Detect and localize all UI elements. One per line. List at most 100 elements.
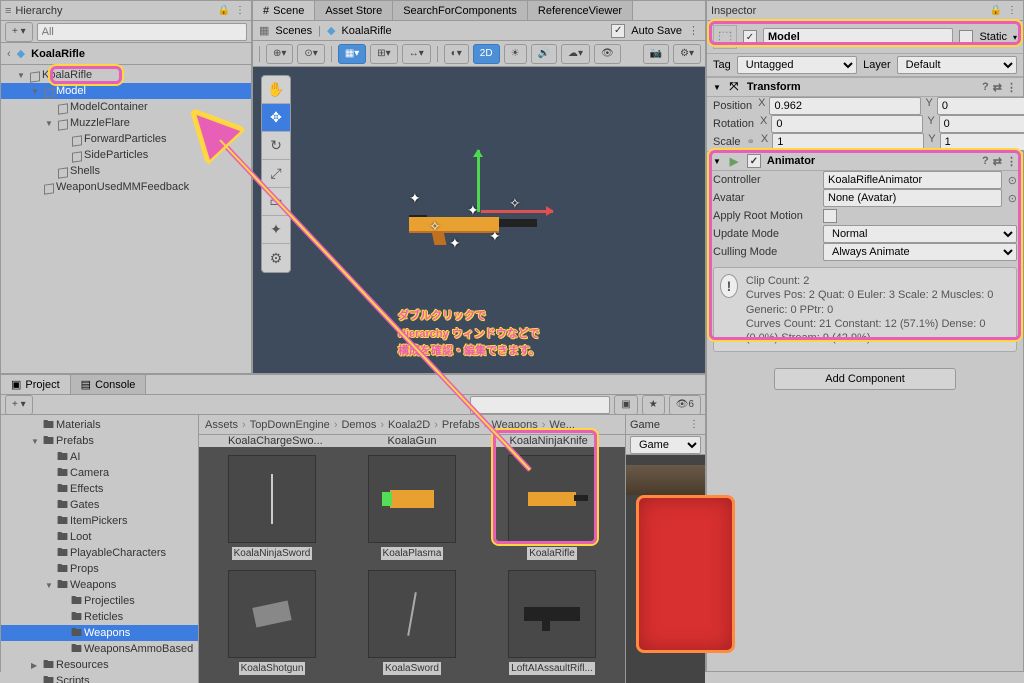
- toolbar-camera[interactable]: 📷: [643, 44, 669, 64]
- toolbar-grid[interactable]: ▦▾: [338, 44, 366, 64]
- lock-icon[interactable]: 🔒: [217, 4, 231, 18]
- hierarchy-item-forwardparticles[interactable]: ForwardParticles: [1, 131, 251, 147]
- help-icon[interactable]: ?: [982, 155, 989, 168]
- folder-itempickers[interactable]: 🖿ItemPickers: [1, 513, 198, 529]
- toolbar-2d[interactable]: 2D: [473, 44, 500, 64]
- folder-playablecharacters[interactable]: 🖿PlayableCharacters: [1, 545, 198, 561]
- preset-icon[interactable]: ⇄: [993, 81, 1002, 94]
- hierarchy-item-modelcontainer[interactable]: ModelContainer: [1, 99, 251, 115]
- back-row[interactable]: ‹ ◆ KoalaRifle: [1, 43, 251, 65]
- transform-header[interactable]: ▼ ⤧ Transform ?⇄⋮: [707, 77, 1023, 97]
- hierarchy-item-sideparticles[interactable]: SideParticles: [1, 147, 251, 163]
- pos-x[interactable]: [769, 97, 921, 115]
- transform-tool[interactable]: ✦: [262, 216, 290, 244]
- foldout-icon[interactable]: ▼: [713, 83, 721, 92]
- tab-console[interactable]: ▤Console: [71, 375, 147, 394]
- asset-koalaninjasword[interactable]: KoalaNinjaSword: [207, 455, 337, 560]
- hierarchy-item-model[interactable]: ▼Model: [1, 83, 251, 99]
- folder-ai[interactable]: 🖿AI: [1, 449, 198, 465]
- hidden-icon[interactable]: 👁6: [669, 395, 701, 415]
- folder-weaponsammobased[interactable]: 🖿WeaponsAmmoBased: [1, 641, 198, 657]
- breadcrumb-item[interactable]: Demos: [341, 419, 376, 431]
- static-checkbox[interactable]: [959, 30, 973, 44]
- breadcrumb-item[interactable]: TopDownEngine: [250, 419, 330, 431]
- rot-y[interactable]: [939, 115, 1024, 133]
- autosave-checkbox[interactable]: ✓: [611, 24, 625, 38]
- folder-loot[interactable]: 🖿Loot: [1, 529, 198, 545]
- menu-icon[interactable]: ⋮: [1005, 4, 1019, 18]
- asset-koalasword[interactable]: KoalaSword: [347, 570, 477, 675]
- tab-referenceviewer[interactable]: ReferenceViewer: [528, 1, 633, 20]
- asset-loftaiassaultrifl...[interactable]: LoftAIAssaultRifl...: [487, 570, 617, 675]
- breadcrumb-item[interactable]: Assets: [205, 419, 238, 431]
- hierarchy-tree[interactable]: ▼KoalaRifle▼ModelModelContainer▼MuzzleFl…: [1, 65, 251, 373]
- active-checkbox[interactable]: ✓: [743, 30, 757, 44]
- arm-checkbox[interactable]: [823, 209, 837, 223]
- asset-koalaplasma[interactable]: KoalaPlasma: [347, 455, 477, 560]
- hierarchy-item-shells[interactable]: Shells: [1, 163, 251, 179]
- toolbar-light[interactable]: ☀: [504, 44, 527, 64]
- toolbar-local[interactable]: ⊙▾: [297, 44, 324, 64]
- custom-tool[interactable]: ⚙: [262, 244, 290, 272]
- toolbar-inc[interactable]: ↔▾: [402, 44, 431, 64]
- toolbar-pivot[interactable]: ⊕▾: [266, 44, 293, 64]
- tab-project[interactable]: ▣Project: [1, 375, 71, 394]
- update-dropdown[interactable]: Normal: [823, 225, 1017, 243]
- menu-icon[interactable]: ⋮: [233, 4, 247, 18]
- prefab-crumb[interactable]: KoalaRifle: [341, 25, 391, 37]
- tab-searchforcomponents[interactable]: SearchForComponents: [393, 1, 528, 20]
- animator-header[interactable]: ▼ ▶ ✓ Animator ?⇄⋮: [707, 151, 1023, 171]
- breadcrumb[interactable]: Assets›TopDownEngine›Demos›Koala2D›Prefa…: [199, 415, 625, 435]
- game-dropdown[interactable]: Game: [630, 436, 701, 454]
- scale-x[interactable]: [772, 133, 924, 151]
- folder-materials[interactable]: 🖿Materials: [1, 417, 198, 433]
- rotate-tool[interactable]: ↻: [262, 132, 290, 160]
- toolbar-audio[interactable]: 🔊: [531, 44, 557, 64]
- gameobject-name[interactable]: [763, 28, 953, 46]
- layer-dropdown[interactable]: Default: [897, 56, 1017, 74]
- back-icon[interactable]: ‹: [7, 48, 11, 60]
- asset-grid[interactable]: KoalaNinjaSwordKoalaPlasmaKoalaRifleKoal…: [199, 447, 625, 683]
- folder-reticles[interactable]: 🖿Reticles: [1, 609, 198, 625]
- menu-icon[interactable]: ⋮: [1006, 155, 1017, 168]
- hand-tool[interactable]: ✋: [262, 76, 290, 104]
- project-search[interactable]: [470, 396, 610, 414]
- avatar-field[interactable]: [823, 189, 1002, 207]
- scenes-label[interactable]: Scenes: [275, 25, 312, 37]
- folder-resources[interactable]: ▶🖿Resources: [1, 657, 198, 673]
- foldout-icon[interactable]: ▼: [713, 157, 721, 166]
- toolbar-snap[interactable]: ⊞▾: [370, 44, 397, 64]
- object-picker-icon[interactable]: ⊙: [1008, 192, 1017, 205]
- toolbar-hidden[interactable]: 👁: [594, 44, 621, 64]
- folder-weapons[interactable]: ▼🖿Weapons: [1, 577, 198, 593]
- folder-effects[interactable]: 🖿Effects: [1, 481, 198, 497]
- pos-y[interactable]: [937, 97, 1024, 115]
- hierarchy-item-weaponusedmmfeedback[interactable]: WeaponUsedMMFeedback: [1, 179, 251, 195]
- move-gizmo[interactable]: ✦ ✦ ✦ ✦ ✧ ✧: [349, 150, 609, 290]
- breadcrumb-item[interactable]: We...: [549, 419, 574, 431]
- culling-dropdown[interactable]: Always Animate: [823, 243, 1017, 261]
- scale-tool[interactable]: ⤢: [262, 160, 290, 188]
- breadcrumb-item[interactable]: Weapons: [491, 419, 537, 431]
- folder-tree[interactable]: 🖿Materials▼🖿Prefabs🖿AI🖿Camera🖿Effects🖿Ga…: [1, 415, 199, 683]
- asset-koalashotgun[interactable]: KoalaShotgun: [207, 570, 337, 675]
- folder-scripts[interactable]: 🖿Scripts: [1, 673, 198, 683]
- toolbar-shading[interactable]: ◐▾: [444, 44, 469, 64]
- menu-icon[interactable]: ⋮: [687, 418, 701, 432]
- breadcrumb-item[interactable]: Prefabs: [442, 419, 480, 431]
- hierarchy-search[interactable]: [37, 23, 247, 41]
- asset-koalarifle[interactable]: KoalaRifle: [487, 455, 617, 560]
- hierarchy-item-muzzleflare[interactable]: ▼MuzzleFlare: [1, 115, 251, 131]
- project-create[interactable]: + ▾: [5, 395, 33, 415]
- object-picker-icon[interactable]: ⊙: [1008, 174, 1017, 187]
- toolbar-fx[interactable]: ☁▾: [561, 44, 590, 64]
- scene-viewport[interactable]: ✋ ✥ ↻ ⤢ ▭ ✦ ⚙ ✦ ✦ ✦ ✦ ✧ ✧ ダブルクリックで Hiera…: [253, 67, 705, 373]
- favorite-icon[interactable]: ★: [642, 395, 665, 415]
- add-component-button[interactable]: Add Component: [774, 368, 956, 390]
- folder-projectiles[interactable]: 🖿Projectiles: [1, 593, 198, 609]
- static-dropdown-icon[interactable]: ▾: [1013, 33, 1017, 42]
- preset-icon[interactable]: ⇄: [993, 155, 1002, 168]
- tag-dropdown[interactable]: Untagged: [737, 56, 857, 74]
- tab-scene[interactable]: #Scene: [253, 1, 315, 20]
- hierarchy-item-koalarifle[interactable]: ▼KoalaRifle: [1, 67, 251, 83]
